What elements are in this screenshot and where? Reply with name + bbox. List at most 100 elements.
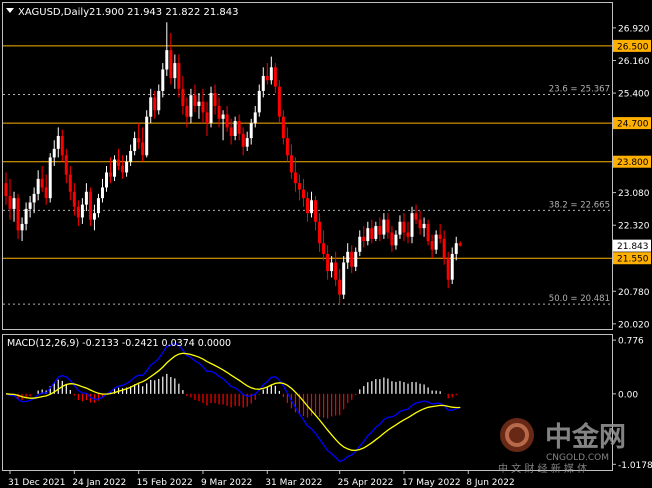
- candle-body: [422, 223, 426, 229]
- candle-body: [390, 232, 394, 246]
- candle-body: [201, 101, 205, 113]
- candle-body: [318, 221, 322, 244]
- time-tick-label: 24 Jan 2022: [72, 478, 126, 488]
- time-tick-label: 31 Mar 2022: [265, 478, 322, 488]
- candle-body: [297, 183, 301, 190]
- candle-body: [418, 219, 422, 229]
- candle-body: [16, 198, 20, 231]
- candle-body: [177, 63, 181, 89]
- candle-body: [40, 178, 44, 188]
- price-tick-label: 25.400: [618, 90, 650, 100]
- price-tick-label: 23.080: [618, 189, 650, 199]
- watermark-domain: CNGOLD.COM: [546, 453, 609, 463]
- candle-body: [229, 127, 233, 136]
- candle-body: [8, 196, 12, 209]
- candle-body: [269, 67, 273, 81]
- fib-label: 23.6 = 25.367: [549, 84, 610, 94]
- candle-body: [330, 262, 334, 272]
- candle-body: [374, 226, 378, 239]
- candle-body: [249, 123, 253, 139]
- candle-body: [149, 97, 153, 117]
- candle-body: [32, 193, 36, 203]
- candle-body: [92, 213, 96, 220]
- candle-body: [450, 253, 454, 280]
- candle-body: [458, 243, 462, 246]
- candle-body: [265, 75, 269, 81]
- candle-body: [338, 279, 342, 295]
- candle-body: [354, 251, 358, 267]
- candle-body: [366, 228, 370, 242]
- candle-body: [141, 142, 145, 156]
- candle-body: [253, 112, 257, 124]
- fib-label: 38.2 = 22.665: [549, 200, 610, 210]
- candle-body: [430, 241, 434, 250]
- fib-label: 50.0 = 20.481: [549, 294, 610, 304]
- level-label: 23.800: [617, 158, 649, 168]
- candle-body: [121, 166, 125, 173]
- candle-body: [438, 234, 442, 239]
- candle-body: [137, 138, 141, 143]
- candle-body: [109, 172, 113, 177]
- candle-body: [277, 86, 281, 117]
- candle-body: [410, 213, 414, 237]
- candle-body: [84, 191, 88, 205]
- candle-body: [261, 75, 265, 91]
- candle-body: [105, 172, 108, 188]
- candle-body: [24, 208, 28, 224]
- candle-body: [398, 221, 402, 235]
- candle-body: [386, 219, 390, 233]
- chart-svg: 23.6 = 25.36738.2 = 22.66550.0 = 20.481 …: [0, 0, 652, 488]
- candle-body: [165, 50, 169, 70]
- candle-body: [358, 236, 362, 252]
- candle-body: [221, 114, 225, 119]
- candle-body: [446, 258, 450, 280]
- candle-body: [326, 253, 330, 272]
- time-tick-label: 8 Jun 2022: [466, 478, 514, 488]
- candle-body: [189, 95, 193, 117]
- candle-body: [426, 223, 430, 242]
- candle-body: [257, 90, 261, 113]
- candle-body: [293, 172, 297, 184]
- candle-body: [117, 159, 121, 166]
- candle-body: [382, 219, 386, 235]
- time-tick-label: 17 May 2022: [402, 478, 461, 488]
- macd-tick-label: 0.776: [618, 337, 644, 347]
- candle-body: [60, 135, 64, 156]
- candle-body: [113, 159, 117, 177]
- candle-body: [406, 232, 410, 237]
- candle-body: [225, 114, 229, 128]
- candle-body: [213, 93, 217, 106]
- candle-body: [193, 95, 197, 106]
- candle-body: [394, 234, 398, 246]
- candle-body: [161, 69, 165, 91]
- level-label: 21.550: [617, 255, 649, 265]
- candle-body: [100, 187, 104, 199]
- candle-body: [322, 243, 326, 254]
- candle-body: [237, 120, 241, 134]
- time-tick-label: 25 Apr 2022: [338, 478, 394, 488]
- candle-body: [314, 200, 318, 222]
- candle-body: [96, 198, 100, 214]
- candle-body: [197, 101, 201, 106]
- candle-body: [205, 112, 209, 124]
- candle-body: [153, 97, 157, 111]
- candle-body: [342, 262, 346, 295]
- candle-body: [4, 183, 8, 197]
- candle-body: [145, 116, 149, 156]
- time-tick-label: 31 Dec 2021: [8, 478, 66, 488]
- candle-body: [52, 148, 56, 158]
- candle-body: [346, 251, 350, 263]
- candle-body: [36, 178, 40, 194]
- price-tick-label: 20.020: [618, 320, 650, 330]
- candle-body: [12, 198, 16, 209]
- candle-body: [185, 105, 189, 117]
- candle-body: [20, 223, 24, 231]
- candle-body: [88, 191, 92, 220]
- macd-tick-label: 0.00: [618, 390, 638, 400]
- candle-body: [434, 234, 438, 250]
- candle-body: [68, 174, 72, 192]
- candle-body: [48, 157, 52, 199]
- candle-body: [334, 262, 338, 280]
- candle-body: [125, 161, 129, 173]
- candle-body: [241, 133, 245, 147]
